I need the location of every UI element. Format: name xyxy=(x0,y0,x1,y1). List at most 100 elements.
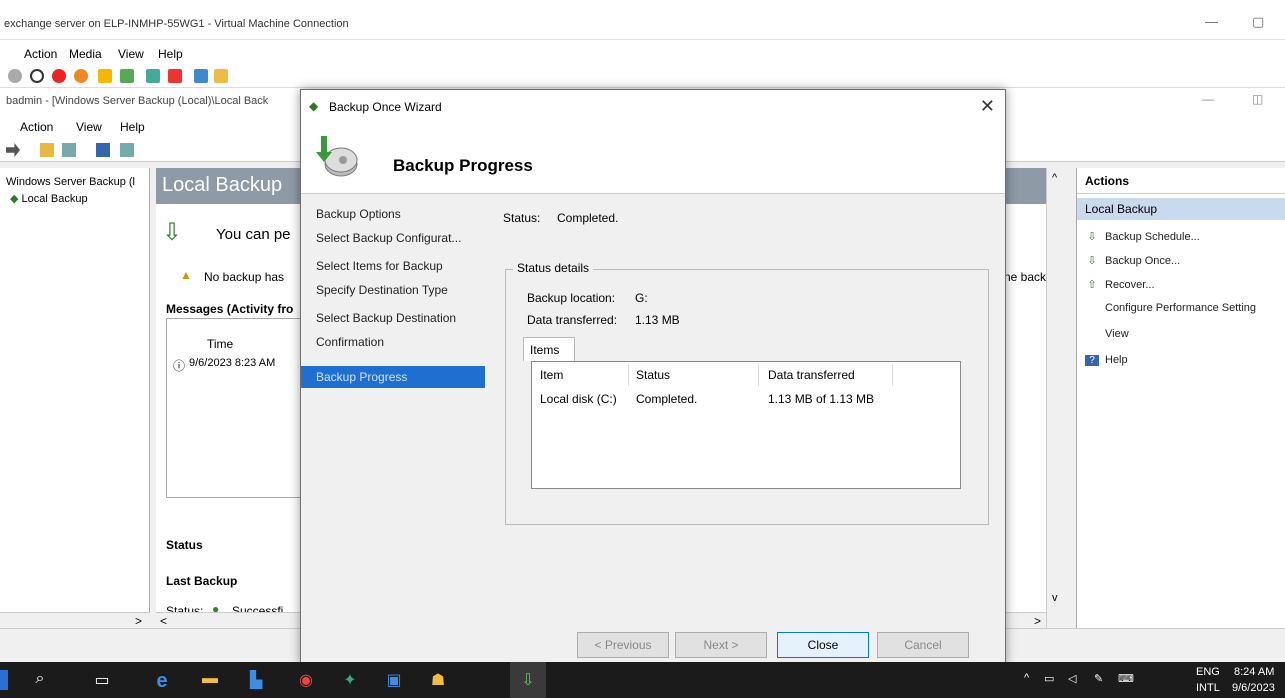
action-view[interactable]: View xyxy=(1105,328,1129,340)
column-status[interactable]: Status xyxy=(636,368,670,382)
close-button[interactable]: Close xyxy=(777,632,869,658)
step-backup-options[interactable]: Backup Options xyxy=(316,207,401,221)
vm-menu-view[interactable]: View xyxy=(118,47,144,61)
tree-item-local-backup[interactable]: ◆ Local Backup xyxy=(10,192,88,205)
search-icon[interactable]: ⌕ xyxy=(30,670,50,690)
scroll-left-arrow[interactable]: < xyxy=(160,614,167,628)
column-item[interactable]: Item xyxy=(540,368,563,382)
clock-time[interactable]: 8:24 AM xyxy=(1234,666,1274,678)
location-label: Backup location: xyxy=(527,291,616,305)
vm-title-bar: exchange server on ELP-INMHP-55WG1 - Vir… xyxy=(0,0,1285,40)
language-indicator[interactable]: ENG xyxy=(1196,666,1220,678)
start-icon[interactable] xyxy=(30,69,44,83)
language-variant[interactable]: INTL xyxy=(1196,682,1220,694)
vm-menu-help[interactable]: Help xyxy=(158,47,183,61)
mmc-menu-help[interactable]: Help xyxy=(120,120,145,134)
shutdown-icon[interactable] xyxy=(74,69,88,83)
pen-icon[interactable]: ✎ xyxy=(1094,672,1103,685)
wizard-icon: ◆ xyxy=(309,99,319,113)
resume-icon[interactable] xyxy=(120,69,134,83)
tree-hscroll[interactable]: > xyxy=(0,612,150,628)
info-icon: ⓘ xyxy=(173,359,186,373)
clock-date[interactable]: 9/6/2023 xyxy=(1232,682,1275,694)
pause-icon[interactable] xyxy=(98,69,112,83)
server-manager-icon[interactable]: ▙ xyxy=(246,670,266,690)
step-backup-destination[interactable]: Select Backup Destination xyxy=(316,311,456,325)
task-view-icon[interactable]: ▭ xyxy=(92,670,112,690)
action-pane-icon[interactable] xyxy=(120,143,134,157)
cancel-button[interactable]: Cancel xyxy=(877,632,969,658)
checkpoint-icon[interactable] xyxy=(146,69,160,83)
mmc-restore-button[interactable]: ◫ xyxy=(1252,92,1263,106)
chrome-icon[interactable]: ◉ xyxy=(296,670,316,690)
tree-scroll-right[interactable]: > xyxy=(135,614,142,628)
revert-icon[interactable] xyxy=(168,69,182,83)
tree-root-wsb[interactable]: Windows Server Backup (l xyxy=(6,176,135,188)
network-icon[interactable]: ▭ xyxy=(1044,672,1054,685)
ctrl-alt-del-icon[interactable] xyxy=(8,69,22,83)
action-backup-schedule[interactable]: ⇩ Backup Schedule... xyxy=(1085,230,1199,243)
transferred-value: 1.13 MB xyxy=(635,313,680,327)
table-cell-item[interactable]: Local disk (C:) xyxy=(540,392,617,406)
share-icon[interactable] xyxy=(214,69,228,83)
scroll-right-arrow[interactable]: > xyxy=(1034,614,1041,628)
dialog-title: Backup Once Wizard xyxy=(329,100,442,114)
dialog-title-bar: ◆ Backup Once Wizard ✕ xyxy=(301,90,1005,122)
vm-title: exchange server on ELP-INMHP-55WG1 - Vir… xyxy=(4,18,349,30)
keyboard-icon[interactable]: ⌨ xyxy=(1118,672,1134,685)
vm-maximize-button[interactable]: ▢ xyxy=(1252,14,1264,30)
table-cell-status[interactable]: Completed. xyxy=(636,392,697,406)
column-data-transferred[interactable]: Data transferred xyxy=(768,368,855,382)
action-help[interactable]: ? Help xyxy=(1085,354,1128,366)
enhanced-session-icon[interactable] xyxy=(194,69,208,83)
step-select-items[interactable]: Select Items for Backup xyxy=(316,259,443,273)
step-confirmation[interactable]: Confirmation xyxy=(316,335,384,349)
step-destination-type[interactable]: Specify Destination Type xyxy=(316,283,448,297)
volume-icon[interactable]: ◁ xyxy=(1068,672,1076,685)
ie-icon[interactable]: e xyxy=(152,670,172,692)
column-separator[interactable] xyxy=(758,364,759,386)
vm-minimize-button[interactable]: — xyxy=(1205,14,1218,29)
mmc-minimize-button[interactable]: — xyxy=(1202,92,1214,106)
messages-list[interactable]: Time ⓘ 9/6/2023 8:23 AM xyxy=(166,318,306,498)
action-configure-performance[interactable]: Configure Performance Setting xyxy=(1105,302,1256,314)
actions-section-local-backup[interactable]: Local Backup xyxy=(1077,198,1285,220)
forward-icon[interactable] xyxy=(6,143,20,157)
mmc-menu-view[interactable]: View xyxy=(76,120,102,134)
dialog-close-icon[interactable]: ✕ xyxy=(980,96,995,117)
backup-app-taskbar-icon[interactable]: ⇩ xyxy=(510,662,546,698)
message-time[interactable]: 9/6/2023 8:23 AM xyxy=(189,357,275,369)
scroll-up-arrow[interactable]: ^ xyxy=(1052,172,1057,184)
console-app-icon[interactable]: ▣ xyxy=(384,670,404,690)
previous-button[interactable]: < Previous xyxy=(577,632,669,658)
folder-up-icon[interactable] xyxy=(40,143,54,157)
action-recover[interactable]: ⇧ Recover... xyxy=(1085,278,1154,291)
help-icon[interactable] xyxy=(96,143,110,157)
center-vscroll[interactable]: ^ v xyxy=(1046,168,1064,628)
scroll-down-arrow[interactable]: v xyxy=(1052,592,1058,604)
mmc-menu-action[interactable]: Action xyxy=(20,120,53,134)
tab-items[interactable]: Items xyxy=(523,337,575,361)
network-tool-icon[interactable]: ✦ xyxy=(340,670,360,690)
tray-chevron-icon[interactable]: ^ xyxy=(1024,672,1029,684)
items-list[interactable]: Item Status Data transferred Local disk … xyxy=(531,361,961,489)
user-app-icon[interactable]: ☗ xyxy=(428,670,448,690)
console-tree-icon[interactable] xyxy=(62,143,76,157)
turn-off-icon[interactable] xyxy=(52,69,66,83)
start-button-icon[interactable] xyxy=(0,670,8,690)
vm-menu-media[interactable]: Media xyxy=(69,47,102,61)
time-column[interactable]: Time xyxy=(207,337,233,351)
vm-toolbar xyxy=(0,64,1285,88)
step-select-configuration[interactable]: Select Backup Configurat... xyxy=(316,231,461,245)
center-warning: No backup has xyxy=(204,270,285,284)
column-separator[interactable] xyxy=(628,364,629,386)
step-backup-progress[interactable]: Backup Progress xyxy=(301,366,485,388)
table-cell-data[interactable]: 1.13 MB of 1.13 MB xyxy=(768,392,874,406)
column-separator[interactable] xyxy=(892,364,893,386)
action-backup-once[interactable]: ⇩ Backup Once... xyxy=(1085,254,1180,267)
file-explorer-icon[interactable]: ▬ xyxy=(200,670,220,690)
actions-header: Actions xyxy=(1077,174,1285,194)
mmc-title: badmin - [Windows Server Backup (Local)\… xyxy=(6,95,269,107)
vm-menu-action[interactable]: Action xyxy=(24,47,57,61)
next-button[interactable]: Next > xyxy=(675,632,767,658)
